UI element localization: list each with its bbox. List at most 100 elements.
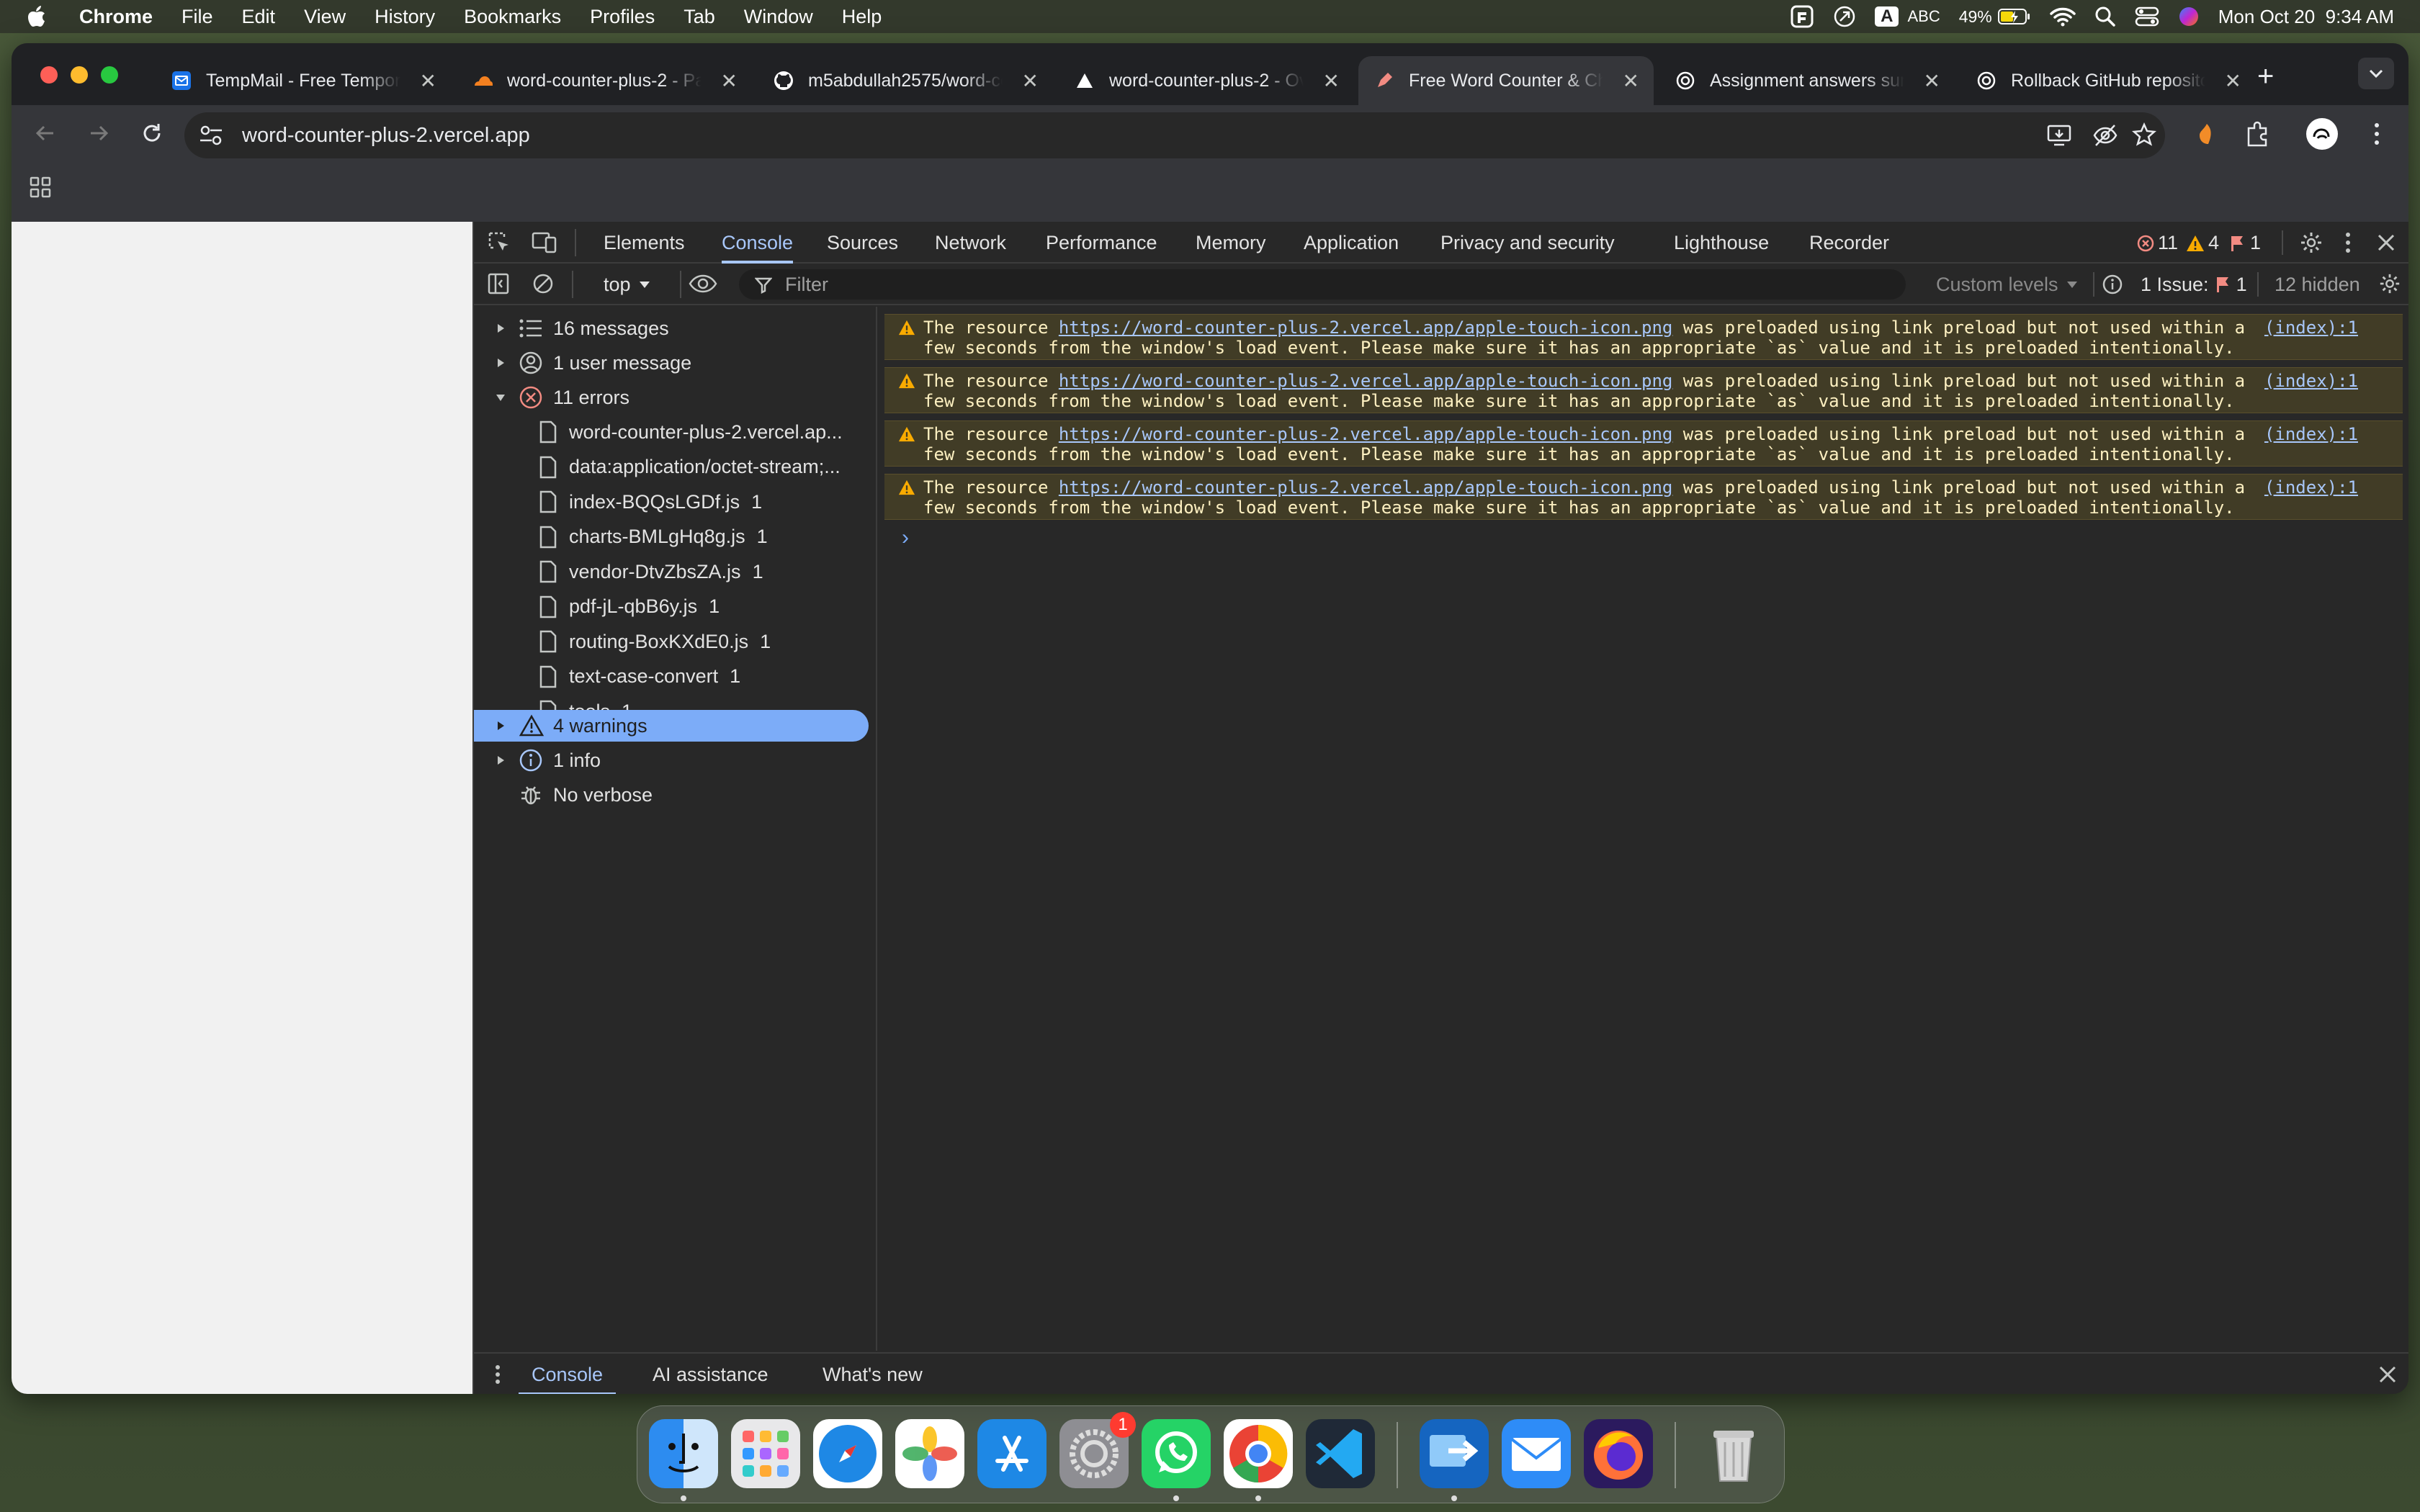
tab-network[interactable]: Network — [935, 222, 1006, 264]
source-link[interactable]: (index):1 — [2264, 318, 2358, 338]
source-link[interactable]: (index):1 — [2264, 424, 2358, 444]
tab-memory[interactable]: Memory — [1196, 222, 1266, 264]
apps-grid-icon[interactable] — [29, 176, 52, 199]
profile-avatar[interactable] — [2306, 118, 2338, 150]
sidebar-file-item[interactable]: text-case-convert 1 — [474, 661, 740, 693]
spotlight-search-icon[interactable] — [2094, 6, 2116, 27]
sidebar-file-item[interactable]: index-BQQsLGDf.js 1 — [474, 486, 762, 518]
log-levels-dropdown[interactable]: Custom levels — [1936, 264, 2079, 305]
finder-icon[interactable] — [649, 1419, 718, 1488]
minimize-window-button[interactable] — [71, 66, 88, 84]
close-tab-icon[interactable]: ✕ — [1323, 69, 1340, 93]
tab-github-repo[interactable]: m5abdullah2575/word-counter ✕ — [758, 56, 1053, 105]
zoom-window-button[interactable] — [101, 66, 118, 84]
sidebar-file-item[interactable]: pdf-jL-qbB6y.js 1 — [474, 591, 720, 623]
issues-link[interactable]: 1 Issue: 1 — [2141, 264, 2247, 305]
tab-word-counter-active[interactable]: Free Word Counter & Character ✕ — [1358, 56, 1654, 105]
resource-link[interactable]: https://word-counter-plus-2.vercel.app/a… — [1059, 424, 1673, 444]
drawer-tab-console[interactable]: Console — [519, 1354, 617, 1394]
accessibility-icon[interactable] — [1833, 5, 1856, 28]
console-settings-icon[interactable] — [2378, 272, 2401, 295]
devtools-more-icon[interactable] — [2344, 230, 2352, 255]
menu-help[interactable]: Help — [842, 6, 882, 28]
forward-icon[interactable] — [86, 121, 111, 145]
close-tab-icon[interactable]: ✕ — [2225, 69, 2241, 93]
vscode-icon[interactable] — [1306, 1419, 1375, 1488]
sidebar-file-item[interactable]: vendor-DtvZbsZA.js 1 — [474, 556, 763, 588]
battery-icon[interactable] — [1997, 8, 2031, 25]
source-link[interactable]: (index):1 — [2264, 477, 2358, 498]
install-app-icon[interactable] — [2047, 124, 2071, 147]
toggle-sidebar-icon[interactable] — [487, 272, 510, 295]
safari-icon[interactable] — [813, 1419, 882, 1488]
resource-link[interactable]: https://word-counter-plus-2.vercel.app/a… — [1059, 318, 1673, 338]
launchpad-icon[interactable] — [731, 1419, 800, 1488]
menu-file[interactable]: File — [182, 6, 213, 28]
app-store-icon[interactable] — [977, 1419, 1047, 1488]
reload-icon[interactable] — [140, 121, 164, 145]
close-tab-icon[interactable]: ✕ — [1022, 69, 1039, 93]
drawer-menu-icon[interactable] — [494, 1364, 501, 1385]
resource-link[interactable]: https://word-counter-plus-2.vercel.app/a… — [1059, 477, 1673, 498]
bookmark-star-icon[interactable] — [2132, 122, 2156, 147]
console-warning-message[interactable]: The resource https://word-counter-plus-2… — [884, 367, 2403, 413]
sidebar-verbose[interactable]: No verbose — [474, 779, 653, 811]
inspect-element-icon[interactable] — [487, 230, 511, 255]
console-warning-message[interactable]: The resource https://word-counter-plus-2… — [884, 314, 2403, 360]
site-info-icon[interactable] — [199, 124, 223, 147]
menu-edit[interactable]: Edit — [242, 6, 276, 28]
input-source-icon[interactable]: A — [1875, 6, 1899, 27]
console-warning-message[interactable]: The resource https://word-counter-plus-2… — [884, 420, 2403, 467]
error-count-badge[interactable]: 11 — [2136, 232, 2178, 254]
source-link[interactable]: (index):1 — [2264, 371, 2358, 391]
back-icon[interactable] — [33, 121, 58, 145]
sidebar-file-item[interactable]: data:application/octet-stream;... — [474, 451, 852, 483]
tab-cloudflare-pages[interactable]: word-counter-plus-2 - Pages ✕ — [457, 56, 752, 105]
app-status-icon[interactable] — [1790, 4, 1814, 29]
mail-icon[interactable] — [1502, 1419, 1571, 1488]
tab-performance[interactable]: Performance — [1046, 222, 1157, 264]
photos-icon[interactable] — [895, 1419, 964, 1488]
close-tab-icon[interactable]: ✕ — [1623, 69, 1639, 93]
new-tab-button[interactable]: + — [2257, 62, 2274, 91]
wifi-icon[interactable] — [2050, 6, 2076, 27]
close-tab-icon[interactable]: ✕ — [721, 69, 738, 93]
migration-assistant-icon[interactable] — [1420, 1419, 1489, 1488]
apple-menu-icon[interactable] — [27, 6, 46, 27]
tab-lighthouse[interactable]: Lighthouse — [1674, 222, 1769, 264]
tab-vercel-overview[interactable]: word-counter-plus-2 - Overview ✕ — [1059, 56, 1354, 105]
sidebar-user-messages[interactable]: 1 user message — [474, 347, 691, 379]
siri-icon[interactable] — [2178, 6, 2200, 27]
tab-console[interactable]: Console — [722, 222, 794, 264]
address-bar[interactable]: word-counter-plus-2.vercel.app — [184, 112, 2165, 158]
drawer-tab-whats-new[interactable]: What's new — [823, 1354, 923, 1394]
tab-application[interactable]: Application — [1304, 222, 1399, 264]
context-selector[interactable]: top — [604, 264, 651, 305]
sidebar-info[interactable]: 1 info — [474, 744, 601, 776]
trash-icon[interactable] — [1699, 1419, 1768, 1488]
whatsapp-icon[interactable] — [1142, 1419, 1211, 1488]
drawer-tab-ai-assistance[interactable]: AI assistance — [653, 1354, 768, 1394]
system-settings-icon[interactable]: 1 — [1059, 1412, 1136, 1488]
issue-count-badge[interactable]: 1 — [2228, 232, 2261, 254]
close-window-button[interactable] — [40, 66, 58, 84]
sidebar-file-item[interactable]: charts-BMLgHq8g.js 1 — [474, 521, 768, 553]
tab-recorder[interactable]: Recorder — [1809, 222, 1889, 264]
firefox-icon[interactable] — [1584, 1419, 1653, 1488]
menu-profiles[interactable]: Profiles — [590, 6, 655, 28]
clock[interactable]: Mon Oct 20 9:34 AM — [2218, 6, 2394, 28]
sidebar-messages[interactable]: 16 messages — [474, 312, 669, 344]
resource-link[interactable]: https://word-counter-plus-2.vercel.app/a… — [1059, 371, 1673, 391]
tab-elements[interactable]: Elements — [604, 222, 685, 264]
tab-search-button[interactable] — [2358, 58, 2394, 89]
sidebar-errors[interactable]: 11 errors — [474, 382, 629, 413]
clear-console-icon[interactable] — [532, 272, 555, 295]
extension-fox-icon[interactable] — [2194, 122, 2215, 147]
control-center-icon[interactable] — [2135, 6, 2159, 27]
menu-tab[interactable]: Tab — [684, 6, 715, 28]
menu-chrome[interactable]: Chrome — [79, 6, 153, 28]
tab-tempmail[interactable]: TempMail - Free Temporary ✕ — [156, 56, 451, 105]
menu-view[interactable]: View — [304, 6, 346, 28]
chrome-icon[interactable] — [1224, 1419, 1293, 1488]
close-devtools-icon[interactable] — [2377, 233, 2396, 252]
